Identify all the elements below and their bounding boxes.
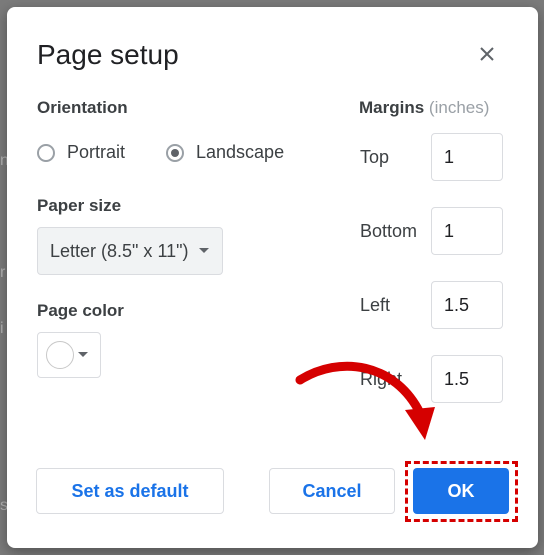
ok-highlight-annotation	[405, 461, 518, 522]
margin-left-label: Left	[360, 295, 391, 315]
paper-size-value: Letter (8.5" x 11")	[50, 240, 189, 261]
landscape-label: Landscape	[196, 142, 285, 162]
margin-top-input[interactable]	[431, 133, 503, 181]
set-as-default-button[interactable]: Set as default	[36, 468, 224, 514]
dialog-title: Page setup	[37, 39, 179, 70]
paper-size-label: Paper size	[37, 196, 122, 215]
close-icon	[480, 47, 494, 61]
landscape-radio[interactable]	[166, 143, 184, 162]
portrait-radio[interactable]	[37, 143, 55, 162]
margin-bottom-input[interactable]	[431, 207, 503, 255]
close-button[interactable]	[473, 40, 501, 68]
background-text-fragment: r	[0, 264, 6, 281]
pointer-arrow-icon	[295, 361, 435, 440]
page-setup-dialog: Page setup Orientation Portrait Landscap…	[7, 7, 538, 548]
page-color-label: Page color	[37, 301, 124, 320]
color-swatch	[46, 341, 74, 369]
portrait-option[interactable]: Portrait	[37, 142, 125, 163]
margin-top-label: Top	[360, 147, 390, 167]
margin-left-input[interactable]	[431, 281, 503, 329]
portrait-label: Portrait	[67, 142, 126, 162]
margin-bottom-label: Bottom	[360, 221, 418, 241]
margins-label: Margins	[359, 98, 425, 117]
page-color-picker[interactable]	[37, 332, 101, 378]
landscape-option[interactable]: Landscape	[166, 142, 284, 163]
cancel-button[interactable]: Cancel	[269, 468, 395, 514]
radio-selected-dot	[171, 148, 179, 157]
margins-title: Margins (inches)	[359, 98, 489, 118]
chevron-down-icon	[78, 352, 88, 357]
orientation-label: Orientation	[37, 98, 128, 117]
margins-unit: (inches)	[428, 98, 490, 117]
chevron-down-icon	[198, 248, 209, 253]
paper-size-dropdown[interactable]: Letter (8.5" x 11")	[37, 227, 223, 275]
background-text-fragment: i	[0, 320, 4, 337]
